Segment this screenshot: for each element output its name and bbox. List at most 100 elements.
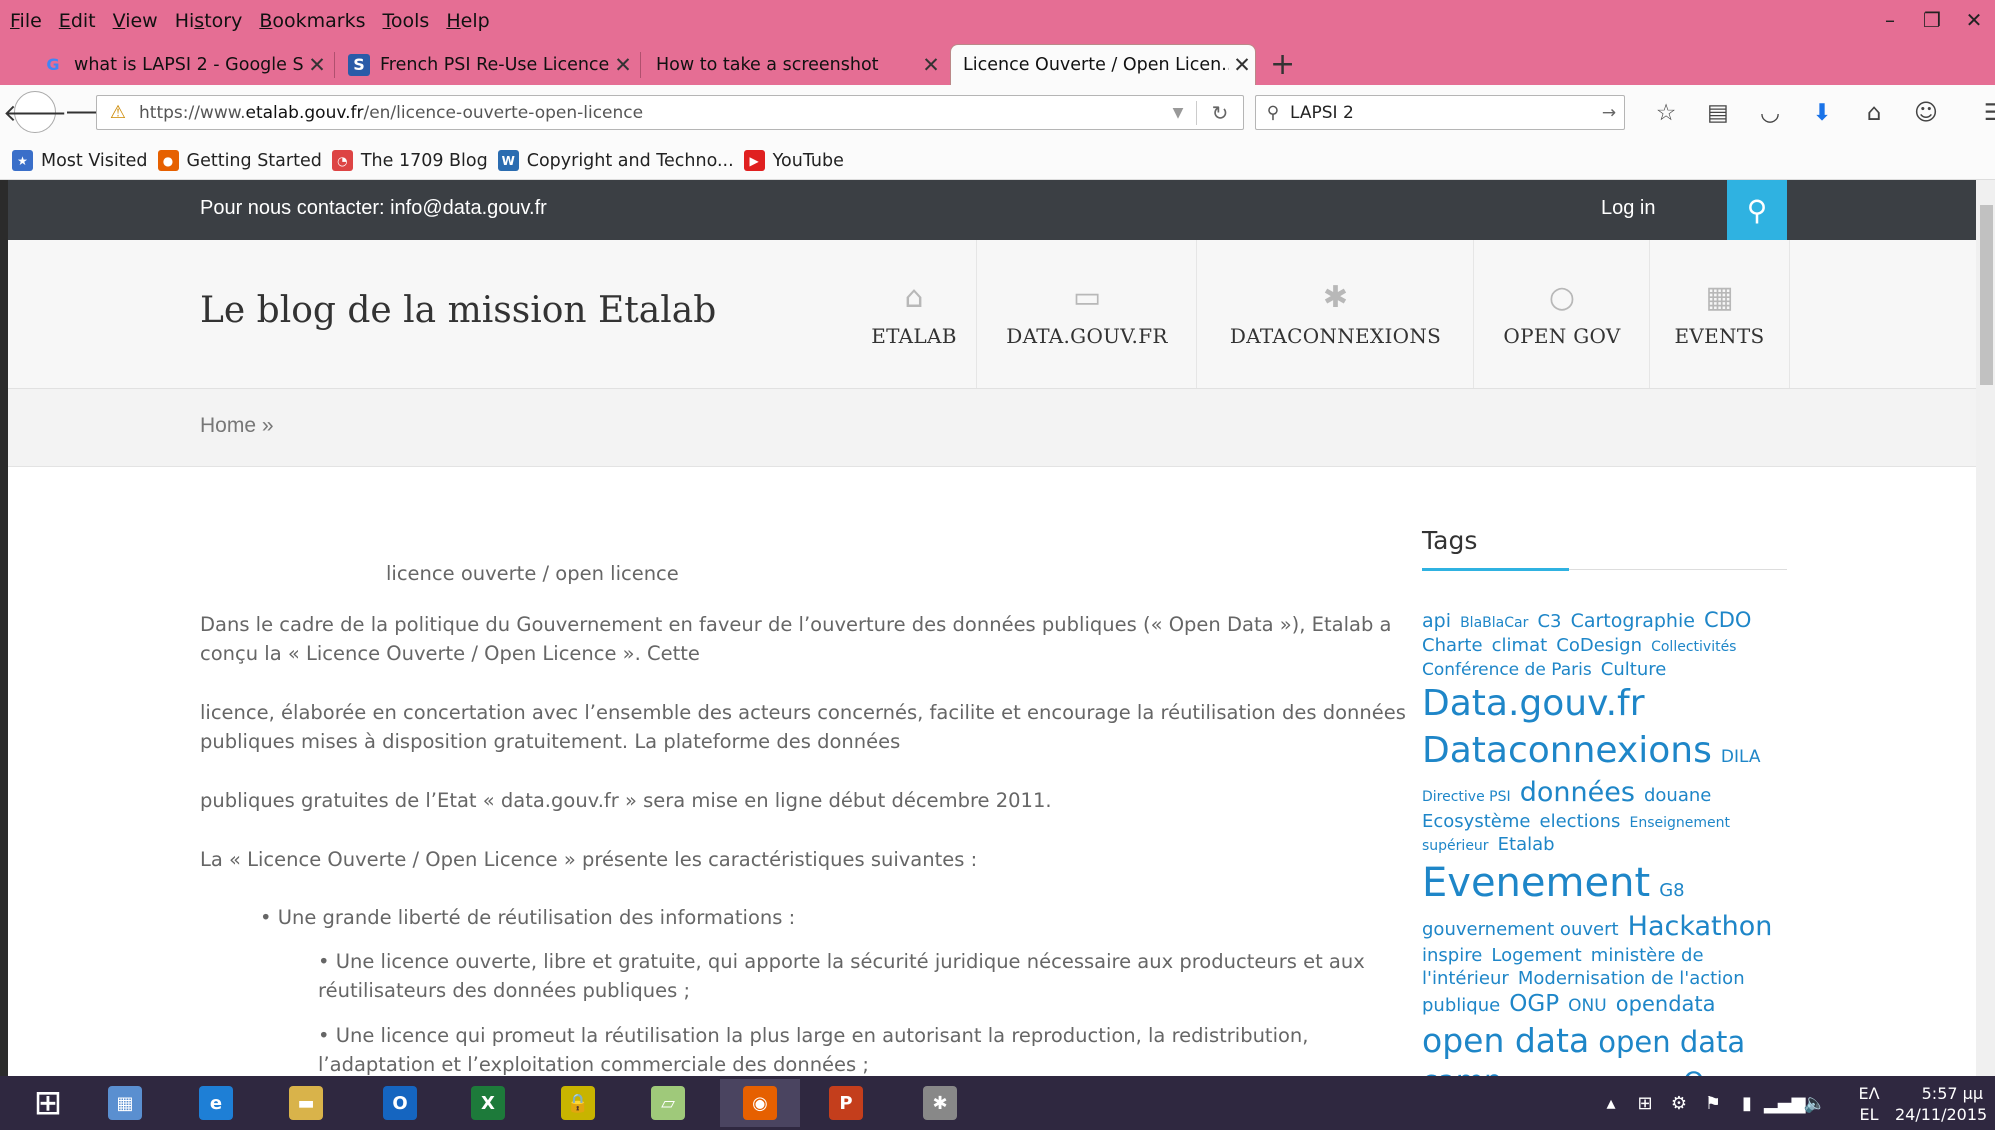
network-icon[interactable]: ▂▄▆	[1764, 1093, 1806, 1114]
site-search-button[interactable]: ⚲	[1727, 180, 1787, 240]
taskbar-start[interactable]: ⊞	[8, 1079, 88, 1127]
taskbar-explorer[interactable]: ▬	[266, 1079, 346, 1127]
warning-lock-icon[interactable]: ⚠	[97, 102, 139, 123]
tag-link[interactable]: Directive PSI	[1422, 789, 1511, 805]
taskbar-notes[interactable]: ▱	[628, 1079, 708, 1127]
tag-link[interactable]: opendata	[1616, 992, 1716, 1016]
scrollbar-thumb[interactable]	[1980, 205, 1993, 385]
tag-link[interactable]: Logement	[1491, 945, 1581, 966]
tag-link[interactable]: douane	[1644, 785, 1711, 806]
taskbar-powerpoint[interactable]: P	[806, 1079, 886, 1127]
language-indicator[interactable]: ΕΛ EL	[1854, 1083, 1884, 1125]
clock[interactable]: 5:57 μμ 24/11/2015	[1895, 1083, 1987, 1125]
pocket-icon[interactable]: ◡	[1744, 100, 1796, 126]
new-tab-button[interactable]: +	[1270, 47, 1295, 82]
tag-link[interactable]: Open	[1683, 1067, 1755, 1076]
tab-close-icon[interactable]: ✕	[918, 53, 944, 77]
download-icon[interactable]: ⬇	[1796, 100, 1848, 126]
breadcrumb[interactable]: Home »	[200, 414, 274, 438]
tab-close-icon[interactable]: ✕	[1229, 53, 1255, 77]
home-icon[interactable]: ⌂	[1848, 100, 1900, 126]
url-dropdown-icon[interactable]: ▼	[1160, 105, 1196, 121]
back-button[interactable]: 🡐	[3, 91, 67, 133]
action-center-flag-icon[interactable]: ⚑	[1696, 1093, 1730, 1114]
tag-link[interactable]: Cartographie	[1571, 610, 1695, 632]
url-bar[interactable]: ⚠ https://www.etalab.gouv.fr/en/licence-…	[96, 95, 1244, 130]
chat-icon[interactable]: ☺	[1900, 100, 1952, 126]
tag-link[interactable]: CDO	[1704, 608, 1751, 632]
tag-link[interactable]: Ecosystème	[1422, 811, 1530, 832]
close-window-button[interactable]: ✕	[1953, 0, 1995, 40]
bookmark-star-icon[interactable]: ☆	[1640, 100, 1692, 126]
tag-link[interactable]: Evenement	[1422, 860, 1650, 906]
login-link[interactable]: Log in	[1601, 197, 1656, 220]
battery-icon[interactable]: ▮	[1730, 1093, 1764, 1114]
blog-title[interactable]: Le blog de la mission Etalab	[200, 290, 716, 331]
bookmark-item-0[interactable]: ★ Most Visited	[12, 150, 148, 171]
tag-link[interactable]: elections	[1540, 811, 1621, 832]
tab-licence-ouverte[interactable]: Licence Ouverte / Open Licen... ✕	[950, 44, 1256, 85]
windows-flag-icon[interactable]: ⊞	[1628, 1093, 1662, 1114]
taskbar-ie[interactable]: e	[176, 1079, 256, 1127]
bookmark-item-2[interactable]: ◔ The 1709 Blog	[331, 150, 488, 171]
taskbar-outlook[interactable]: O	[360, 1079, 440, 1127]
tab-close-icon[interactable]: ✕	[610, 53, 636, 77]
tag-link[interactable]: Conférence de Paris	[1422, 660, 1592, 680]
bookmark-item-4[interactable]: ▶ YouTube	[743, 150, 844, 171]
taskbar-firefox[interactable]: ◉	[720, 1079, 800, 1127]
tag-link[interactable]: gouvernement ouvert	[1422, 919, 1619, 940]
search-input[interactable]: LAPSI 2	[1290, 103, 1594, 123]
tab-close-icon[interactable]: ✕	[304, 53, 330, 77]
hamburger-menu-icon[interactable]: ☰	[1968, 100, 1995, 126]
taskbar-excel[interactable]: X	[448, 1079, 528, 1127]
search-go-icon[interactable]: →	[1594, 103, 1624, 123]
gear-tray-icon[interactable]: ⚙	[1662, 1093, 1696, 1114]
tag-link[interactable]: OGP	[1509, 991, 1559, 1017]
tag-link[interactable]: api	[1422, 610, 1451, 632]
nav-data-gouv[interactable]: ▭ DATA.GOUV.FR	[976, 240, 1197, 388]
tab-psi-licence[interactable]: S French PSI Re-Use Licence... ✕	[336, 44, 636, 85]
tag-link[interactable]: Data.gouv.fr	[1422, 683, 1645, 724]
tag-link[interactable]: inspire	[1422, 945, 1482, 966]
menu-item-5[interactable]: Tools	[383, 10, 430, 32]
menu-item-6[interactable]: Help	[446, 10, 489, 32]
menu-item-2[interactable]: View	[113, 10, 158, 32]
tag-link[interactable]: climat	[1492, 635, 1548, 656]
search-bar[interactable]: ⚲ LAPSI 2 →	[1255, 95, 1625, 130]
restore-button[interactable]: ❐	[1911, 0, 1953, 40]
tag-link[interactable]: DILA	[1721, 747, 1761, 767]
nav-etalab[interactable]: ⌂ ETALAB	[845, 240, 983, 388]
tag-link[interactable]: Dataconnexions	[1422, 730, 1712, 771]
tag-link[interactable]: ONU	[1568, 996, 1607, 1016]
tag-link[interactable]: G8	[1659, 880, 1684, 901]
tag-link[interactable]: BlaBlaCar	[1460, 615, 1528, 631]
tab-google-search[interactable]: G what is LAPSI 2 - Google S... ✕	[30, 44, 330, 85]
bookmark-item-1[interactable]: ● Getting Started	[157, 150, 322, 171]
tag-link[interactable]: Charte	[1422, 635, 1483, 656]
menu-item-4[interactable]: Bookmarks	[259, 10, 365, 32]
tag-link[interactable]: Etalab	[1498, 834, 1555, 855]
bookmark-item-3[interactable]: W Copyright and Techno...	[497, 150, 734, 171]
volume-icon[interactable]: 🔈	[1798, 1093, 1832, 1114]
reload-icon[interactable]: ↻	[1196, 100, 1243, 125]
tag-link[interactable]: Collectivités	[1651, 639, 1736, 655]
tab-screenshot[interactable]: How to take a screenshot ✕	[644, 44, 944, 85]
menu-item-0[interactable]: File	[10, 10, 42, 32]
contact-text[interactable]: Pour nous contacter: info@data.gouv.fr	[200, 197, 547, 220]
tag-link[interactable]: Culture	[1601, 659, 1667, 680]
menu-item-3[interactable]: History	[175, 10, 243, 32]
minimize-button[interactable]: –	[1869, 0, 1911, 40]
tag-link[interactable]: CoDesign	[1556, 635, 1642, 656]
bookmarks-list-icon[interactable]: ▤	[1692, 100, 1744, 126]
tag-link[interactable]: open data	[1422, 1021, 1589, 1060]
taskbar-keepass[interactable]: 🔒	[538, 1079, 618, 1127]
tag-link[interactable]: Hackathon	[1628, 911, 1773, 942]
tag-link[interactable]: C3	[1537, 611, 1561, 632]
menu-item-1[interactable]: Edit	[59, 10, 96, 32]
tag-link[interactable]: données	[1520, 777, 1635, 808]
nav-dataconnexions[interactable]: ✱ DATACONNEXIONS	[1196, 240, 1474, 388]
nav-open-gov[interactable]: ○ OPEN GOV	[1473, 240, 1650, 388]
nav-events[interactable]: ▦ EVENTS	[1649, 240, 1790, 388]
taskbar-bug[interactable]: ✱	[900, 1079, 980, 1127]
tray-arrow-icon[interactable]: ▴	[1594, 1093, 1628, 1114]
